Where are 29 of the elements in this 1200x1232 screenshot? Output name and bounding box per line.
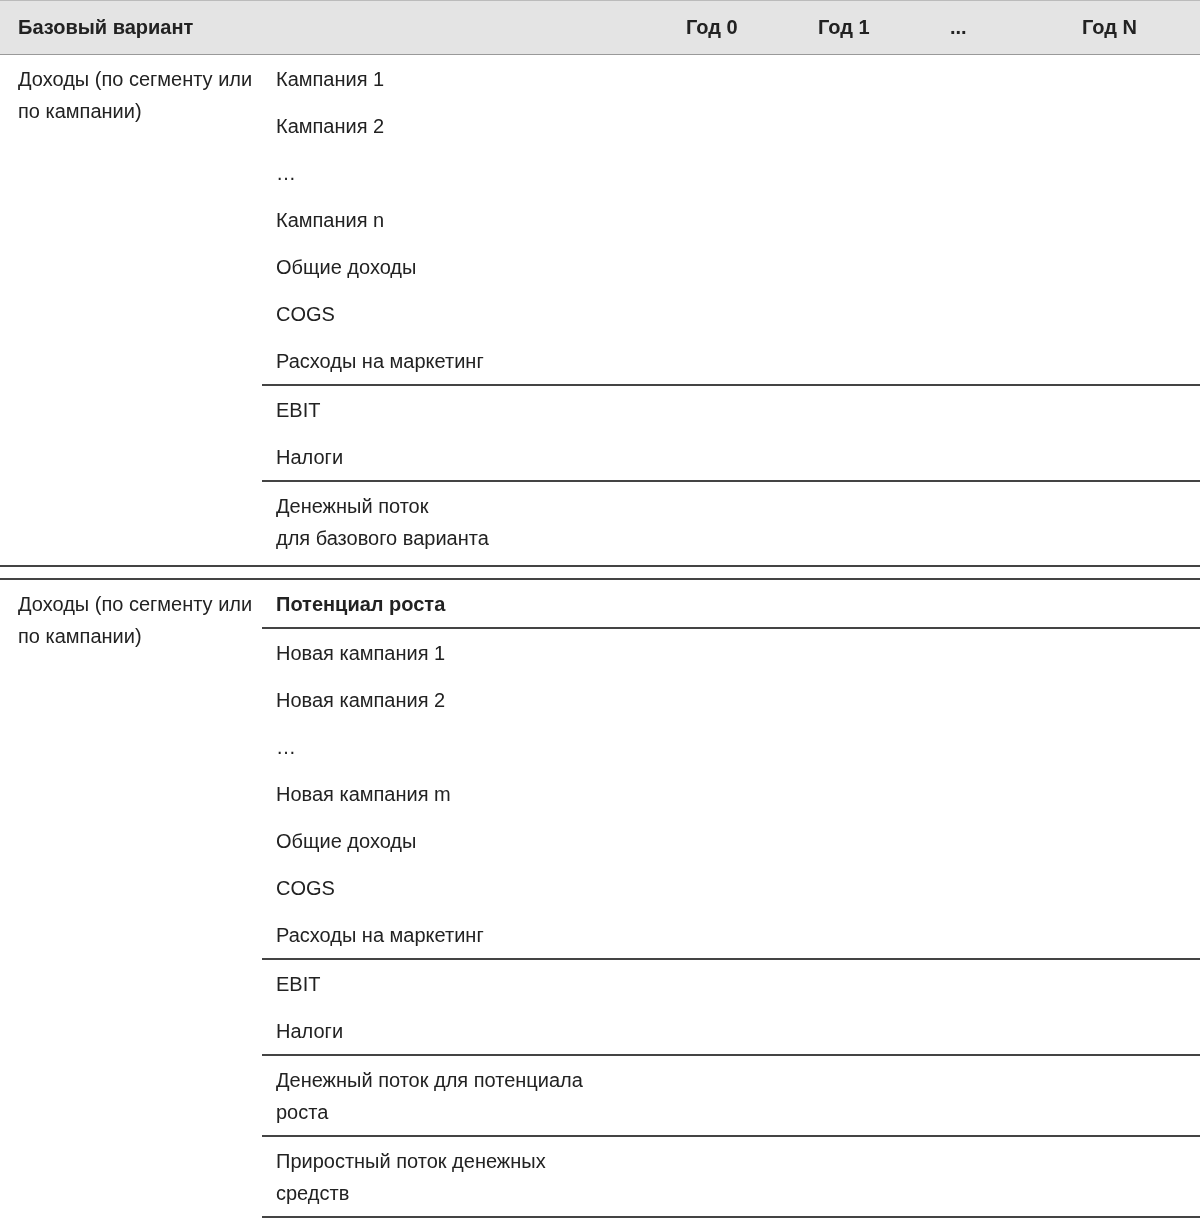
header-title: Базовый вариант bbox=[18, 16, 195, 39]
section-label: Доходы (по сегменту или по кампании) bbox=[17, 592, 254, 649]
row-label: Кампания 2 bbox=[275, 114, 386, 139]
row-label: Расходы на маркетинг bbox=[275, 349, 485, 374]
row-label: Новая кампания 1 bbox=[275, 641, 447, 666]
row-label: Расходы на маркетинг bbox=[275, 923, 485, 948]
section-label: Доходы (по сегменту или по кампании) bbox=[17, 67, 254, 124]
row-heading: Потенциал роста bbox=[275, 592, 447, 617]
row-label: Денежный поток для потенциала роста bbox=[275, 1068, 584, 1125]
row-label: COGS bbox=[275, 302, 336, 327]
row-label: EBIT bbox=[275, 398, 322, 423]
row-label: Приростный поток денежных средств bbox=[275, 1149, 547, 1206]
row-label: Кампания 1 bbox=[275, 67, 386, 92]
row-label: Налоги bbox=[275, 1019, 345, 1044]
row-label: … bbox=[275, 735, 297, 760]
row-label: EBIT bbox=[275, 972, 322, 997]
column-heading: Год 0 bbox=[686, 16, 739, 39]
row-label: COGS bbox=[275, 876, 336, 901]
row-label: Кампания n bbox=[275, 208, 386, 233]
column-heading: ... bbox=[950, 16, 968, 39]
row-label: Новая кампания m bbox=[275, 782, 452, 807]
row-label: Общие доходы bbox=[275, 255, 418, 280]
column-heading: Год N bbox=[1082, 16, 1138, 39]
row-label: Налоги bbox=[275, 445, 345, 470]
row-label: … bbox=[275, 161, 297, 186]
row-label: Общие доходы bbox=[275, 829, 418, 854]
column-heading: Год 1 bbox=[818, 16, 871, 39]
row-label: Денежный поток для базового варианта bbox=[275, 494, 490, 551]
row-label: Новая кампания 2 bbox=[275, 688, 447, 713]
